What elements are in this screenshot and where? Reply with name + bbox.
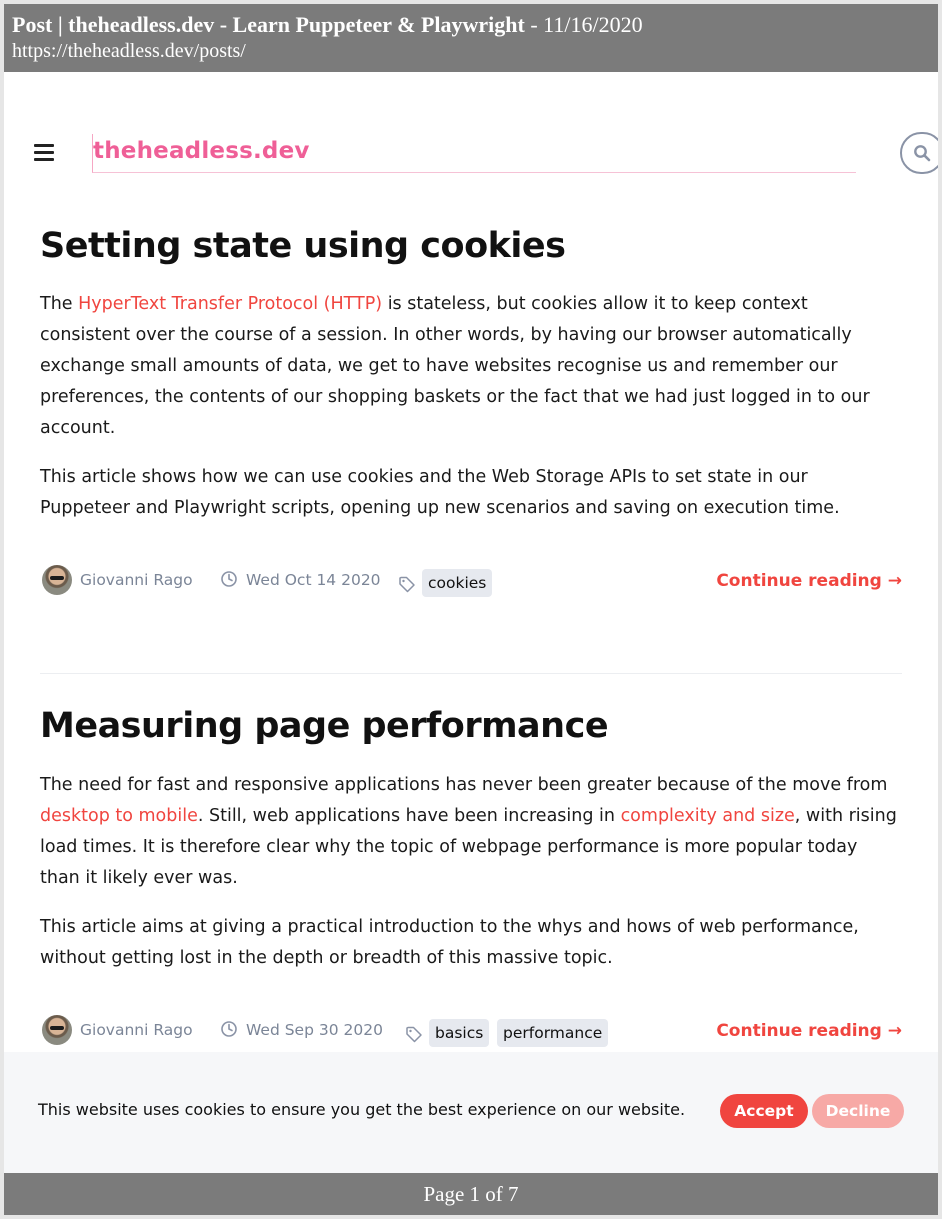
tag-cookies[interactable]: cookies <box>422 569 493 597</box>
avatar <box>42 1015 72 1045</box>
post-card: Measuring page performance The need for … <box>40 704 902 974</box>
post-title[interactable]: Setting state using cookies <box>40 224 902 268</box>
accept-cookies-button[interactable]: Accept <box>720 1094 808 1128</box>
post-date: Wed Sep 30 2020 <box>246 1021 383 1039</box>
hamburger-menu-icon[interactable] <box>34 142 56 162</box>
print-title: Post | theheadless.dev - Learn Puppeteer… <box>12 12 930 38</box>
http-link[interactable]: HyperText Transfer Protocol (HTTP) <box>78 294 382 314</box>
desktop-to-mobile-link[interactable]: desktop to mobile <box>40 806 198 826</box>
print-url: https://theheadless.dev/posts/ <box>12 40 246 62</box>
post-title[interactable]: Measuring page performance <box>40 704 902 748</box>
continue-reading-link[interactable]: Continue reading → <box>716 1021 902 1041</box>
author-name[interactable]: Giovanni Rago <box>80 571 193 589</box>
post-excerpt: The HyperText Transfer Protocol (HTTP) i… <box>40 294 870 438</box>
search-button[interactable] <box>900 132 938 174</box>
tag-icon <box>406 1026 422 1043</box>
print-title-date: - 11/16/2020 <box>524 12 643 37</box>
search-icon <box>914 145 931 162</box>
post-excerpt: The need for fast and responsive applica… <box>40 775 897 888</box>
navbar: theheadless.dev <box>4 132 938 176</box>
post-meta: Giovanni Rago Wed Oct 14 2020 cookies Co… <box>40 565 902 599</box>
tag-icon <box>399 576 415 593</box>
post-divider <box>40 673 902 674</box>
tag-basics[interactable]: basics <box>429 1019 490 1047</box>
site-brand[interactable]: theheadless.dev <box>93 138 310 164</box>
post-date: Wed Oct 14 2020 <box>246 571 381 589</box>
post-card: Setting state using cookies The HyperTex… <box>40 224 902 524</box>
clock-icon <box>221 1021 237 1037</box>
continue-reading-link[interactable]: Continue reading → <box>716 571 902 591</box>
print-header: Post | theheadless.dev - Learn Puppeteer… <box>4 4 938 72</box>
print-title-main: Post | theheadless.dev - Learn Puppeteer… <box>12 12 525 37</box>
author-name[interactable]: Giovanni Rago <box>80 1021 193 1039</box>
complexity-and-size-link[interactable]: complexity and size <box>621 806 795 826</box>
cookie-banner: This website uses cookies to ensure you … <box>4 1052 938 1173</box>
brand-link[interactable]: theheadless.dev <box>92 134 856 173</box>
clock-icon <box>221 571 237 587</box>
avatar <box>42 565 72 595</box>
tag-performance[interactable]: performance <box>497 1019 609 1047</box>
page-content: theheadless.dev Setting state using cook… <box>4 72 938 1173</box>
post-summary: This article shows how we can use cookie… <box>40 467 840 518</box>
decline-cookies-button[interactable]: Decline <box>812 1094 904 1128</box>
post-summary: This article aims at giving a practical … <box>40 917 859 968</box>
post-meta: Giovanni Rago Wed Sep 30 2020 basics per… <box>40 1015 902 1049</box>
print-footer: Page 1 of 7 <box>4 1173 938 1215</box>
cookie-message: This website uses cookies to ensure you … <box>38 1100 686 1119</box>
